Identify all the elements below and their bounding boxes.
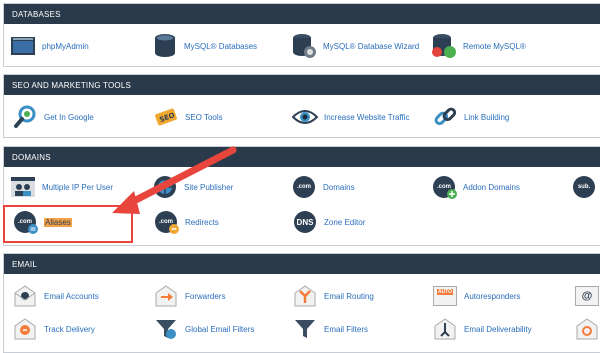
domains-header[interactable]: DOMAINS bbox=[4, 147, 600, 167]
addon-domains-icon: .com bbox=[431, 174, 457, 200]
email-accounts-icon bbox=[12, 283, 38, 309]
forwarders-label: Forwarders bbox=[185, 291, 226, 301]
domains-link[interactable]: .com Domains bbox=[291, 171, 355, 203]
remote-mysql-label: Remote MySQL® bbox=[463, 41, 526, 51]
seo-header[interactable]: SEO AND MARKETING TOOLS bbox=[4, 75, 600, 95]
seo-tools-link[interactable]: SEO SEO Tools bbox=[153, 101, 223, 133]
mysql-databases-link[interactable]: MySQL® Databases bbox=[152, 30, 257, 62]
remote-mysql-icon bbox=[431, 33, 457, 59]
increase-traffic-label: Increase Website Traffic bbox=[324, 112, 410, 122]
autoresponders-link[interactable]: AUTO Autoresponders bbox=[432, 280, 520, 312]
email-deliverability-label: Email Deliverability bbox=[464, 324, 532, 334]
mysql-databases-label: MySQL® Databases bbox=[184, 41, 258, 51]
get-in-google-link[interactable]: Get In Google bbox=[12, 101, 94, 133]
email-routing-icon bbox=[292, 283, 318, 309]
encryption-icon bbox=[574, 316, 600, 342]
forwarders-icon bbox=[153, 283, 179, 309]
mysql-databases-icon bbox=[152, 33, 178, 59]
email-routing-label: Email Routing bbox=[324, 291, 374, 301]
seo-panel: SEO AND MARKETING TOOLS Get In Google SE… bbox=[3, 74, 600, 138]
seo-tools-label: SEO Tools bbox=[185, 112, 223, 122]
email-deliverability-link[interactable]: Email Deliverability bbox=[432, 313, 532, 345]
site-publisher-label: Site Publisher bbox=[184, 182, 234, 192]
seo-tools-icon: SEO bbox=[153, 104, 179, 130]
aliases-icon: .com bbox=[12, 209, 38, 235]
autoresponders-icon: AUTO bbox=[432, 283, 458, 309]
subdomains-badge: sub. bbox=[573, 176, 595, 198]
cpanel-page: DATABASES phpMyAdmin MySQL® Databases My… bbox=[0, 0, 600, 353]
multiple-ip-label: Multiple IP Per User bbox=[42, 182, 113, 192]
email-filters-link[interactable]: Email Filters bbox=[292, 313, 368, 345]
addon-domains-link[interactable]: .com Addon Domains bbox=[431, 171, 520, 203]
email-routing-link[interactable]: Email Routing bbox=[292, 280, 374, 312]
aliases-highlighted-text: Aliases bbox=[44, 217, 72, 227]
forwarders-link[interactable]: Forwarders bbox=[153, 280, 225, 312]
global-filters-icon bbox=[153, 316, 179, 342]
databases-panel: DATABASES phpMyAdmin MySQL® Databases My… bbox=[3, 3, 600, 67]
redirects-link[interactable]: .com Redirects bbox=[153, 206, 219, 238]
link-building-link[interactable]: Link Building bbox=[432, 101, 509, 133]
increase-traffic-link[interactable]: Increase Website Traffic bbox=[292, 101, 410, 133]
zone-editor-badge: DNS bbox=[294, 211, 316, 233]
aliases-label: Aliases bbox=[44, 217, 72, 227]
global-filters-label: Global Email Filters bbox=[185, 324, 255, 334]
get-in-google-label: Get In Google bbox=[44, 112, 94, 122]
domains-title: DOMAINS bbox=[12, 152, 51, 162]
zone-editor-label: Zone Editor bbox=[324, 217, 366, 227]
email-accounts-link[interactable]: Email Accounts bbox=[12, 280, 99, 312]
track-delivery-icon bbox=[12, 316, 38, 342]
zone-editor-link[interactable]: DNS Zone Editor bbox=[292, 206, 365, 238]
redirects-label: Redirects bbox=[185, 217, 219, 227]
redirects-icon: .com bbox=[153, 209, 179, 235]
email-accounts-label: Email Accounts bbox=[44, 291, 99, 301]
phpmyadmin-label: phpMyAdmin bbox=[42, 41, 89, 51]
domains-panel: DOMAINS Multiple IP Per User Site Publis… bbox=[3, 146, 600, 246]
site-publisher-icon bbox=[152, 174, 178, 200]
minus-icon bbox=[169, 224, 179, 234]
track-delivery-link[interactable]: Track Delivery bbox=[12, 313, 95, 345]
email-filters-label: Email Filters bbox=[324, 324, 369, 334]
default-address-badge: @ bbox=[575, 286, 599, 306]
databases-header[interactable]: DATABASES bbox=[4, 4, 600, 24]
phpmyadmin-link[interactable]: phpMyAdmin bbox=[10, 30, 89, 62]
google-search-icon bbox=[12, 104, 38, 130]
email-header[interactable]: EMAIL bbox=[4, 254, 600, 274]
mysql-wizard-link[interactable]: MySQL® Database Wizard bbox=[291, 30, 419, 62]
domains-badge: .com bbox=[293, 176, 315, 198]
default-address-icon: @ bbox=[574, 283, 600, 309]
seo-title: SEO AND MARKETING TOOLS bbox=[12, 80, 131, 90]
zone-editor-icon: DNS bbox=[292, 209, 318, 235]
domains-icon: .com bbox=[291, 174, 317, 200]
domains-label: Domains bbox=[323, 182, 355, 192]
autoresponders-label: Autoresponders bbox=[464, 291, 521, 301]
aliases-link[interactable]: .com Aliases bbox=[12, 206, 72, 238]
equals-icon bbox=[28, 224, 38, 234]
link-icon bbox=[432, 104, 458, 130]
email-filters-icon bbox=[292, 316, 318, 342]
remote-mysql-link[interactable]: Remote MySQL® bbox=[431, 30, 526, 62]
mysql-wizard-icon bbox=[291, 33, 317, 59]
multiple-ip-icon bbox=[10, 174, 36, 200]
site-publisher-link[interactable]: Site Publisher bbox=[152, 171, 233, 203]
email-title: EMAIL bbox=[12, 259, 38, 269]
track-delivery-label: Track Delivery bbox=[44, 324, 95, 334]
autoresponders-badge: AUTO bbox=[436, 289, 454, 295]
subdomains-link[interactable]: sub. bbox=[571, 171, 597, 203]
databases-title: DATABASES bbox=[12, 9, 61, 19]
subdomains-icon: sub. bbox=[571, 174, 597, 200]
email-panel: EMAIL Email Accounts Forwarders Email Ro… bbox=[3, 253, 600, 353]
global-filters-link[interactable]: Global Email Filters bbox=[153, 313, 254, 345]
link-building-label: Link Building bbox=[464, 112, 510, 122]
eye-icon bbox=[292, 104, 318, 130]
plus-icon bbox=[447, 189, 457, 199]
default-address-link[interactable]: @ bbox=[574, 280, 600, 312]
multiple-ip-link[interactable]: Multiple IP Per User bbox=[10, 171, 113, 203]
mysql-wizard-label: MySQL® Database Wizard bbox=[323, 41, 420, 51]
encryption-link[interactable] bbox=[574, 313, 600, 345]
phpmyadmin-icon bbox=[10, 33, 36, 59]
addon-domains-label: Addon Domains bbox=[463, 182, 520, 192]
email-deliverability-icon bbox=[432, 316, 458, 342]
